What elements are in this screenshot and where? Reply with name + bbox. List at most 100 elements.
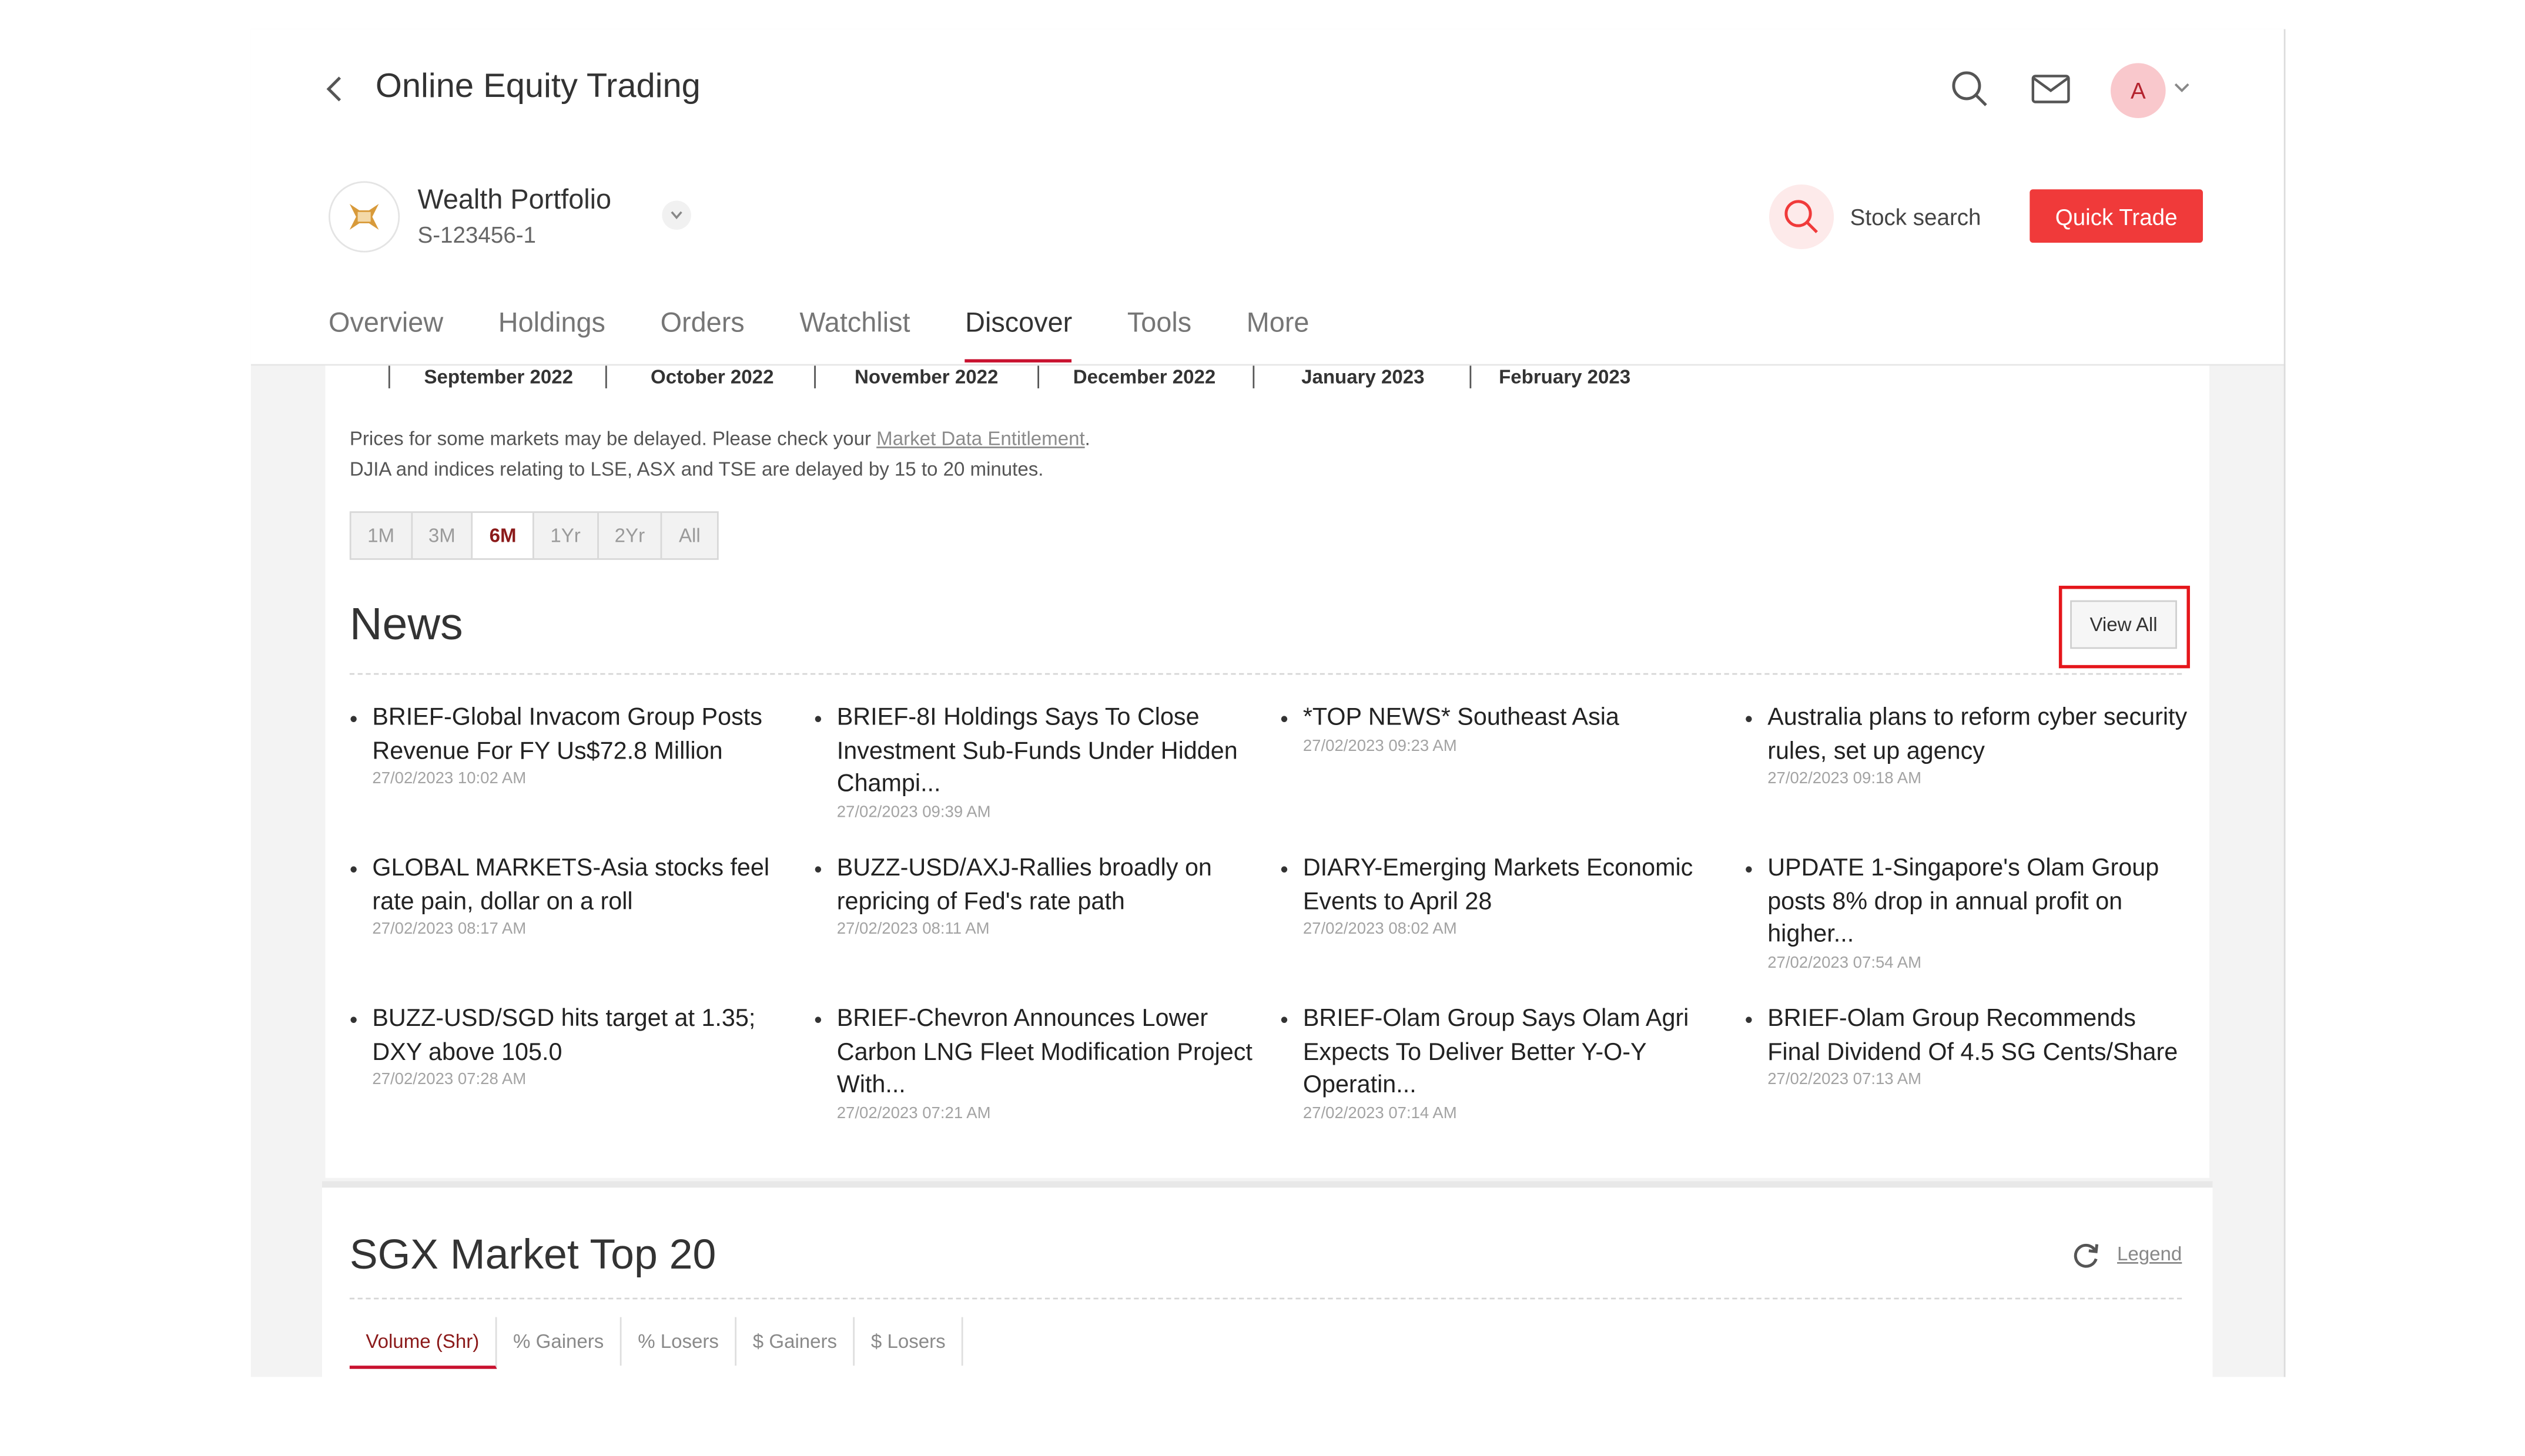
view-all-button[interactable]: View All xyxy=(2070,600,2177,649)
tab-dollar-losers[interactable]: $ Losers xyxy=(855,1317,963,1366)
divider xyxy=(349,673,2182,675)
legend-link[interactable]: Legend xyxy=(2117,1243,2182,1266)
news-item[interactable]: BRIEF-Olam Group Says Olam Agri Expects … xyxy=(1280,1003,1724,1123)
discover-content: September 2022 October 2022 November 202… xyxy=(325,365,2210,1178)
tab-pct-losers[interactable]: % Losers xyxy=(622,1317,737,1366)
news-item[interactable]: BRIEF-8I Holdings Says To Close Investme… xyxy=(814,702,1258,823)
quick-trade-button[interactable]: Quick Trade xyxy=(2030,189,2203,243)
news-timestamp: 27/02/2023 08:02 AM xyxy=(1302,920,1457,939)
news-item[interactable]: BRIEF-Olam Group Recommends Final Divide… xyxy=(1745,1003,2189,1091)
news-item[interactable]: BUZZ-USD/SGD hits target at 1.35; DXY ab… xyxy=(350,1003,793,1091)
news-headline[interactable]: GLOBAL MARKETS-Asia stocks feel rate pai… xyxy=(372,853,793,919)
axis-separator xyxy=(605,365,607,388)
news-timestamp: 27/02/2023 09:39 AM xyxy=(836,803,991,821)
axis-separator xyxy=(1469,365,1472,388)
portfolio-id: S-123456-1 xyxy=(417,222,536,248)
back-arrow-icon[interactable] xyxy=(322,71,348,107)
portfolio-badge-icon xyxy=(349,203,379,230)
news-item[interactable]: GLOBAL MARKETS-Asia stocks feel rate pai… xyxy=(350,853,793,940)
window-border xyxy=(2283,29,2286,1377)
chevron-down-icon[interactable] xyxy=(2172,78,2192,97)
portfolio-dropdown-button[interactable] xyxy=(662,200,691,230)
search-icon xyxy=(1784,200,1818,233)
news-timestamp: 27/02/2023 08:17 AM xyxy=(372,920,527,939)
delay-notice: DJIA and indices relating to LSE, ASX an… xyxy=(349,458,1044,481)
sgx-tabs: Volume (Shr) % Gainers % Losers $ Gainer… xyxy=(349,1317,963,1369)
notice-text: . xyxy=(1084,427,1090,450)
news-timestamp: 27/02/2023 07:13 AM xyxy=(1767,1071,1922,1089)
month-label: January 2023 xyxy=(1301,365,1425,388)
news-headline[interactable]: UPDATE 1-Singapore's Olam Group posts 8%… xyxy=(1767,853,2188,952)
news-timestamp: 27/02/2023 07:28 AM xyxy=(372,1071,527,1089)
news-item[interactable]: Australia plans to reform cyber security… xyxy=(1745,702,2189,790)
tab-more[interactable]: More xyxy=(1247,307,1310,363)
month-label: December 2022 xyxy=(1073,365,1216,388)
range-6m[interactable]: 6M xyxy=(473,512,534,559)
avatar[interactable]: A xyxy=(2111,63,2166,119)
month-label: October 2022 xyxy=(651,365,774,388)
market-data-entitlement-link[interactable]: Market Data Entitlement xyxy=(876,427,1084,450)
news-timestamp: 27/02/2023 09:23 AM xyxy=(1302,737,1457,755)
notice-text: Prices for some markets may be delayed. … xyxy=(349,427,877,450)
tab-orders[interactable]: Orders xyxy=(661,307,745,363)
header: Online Equity Trading A Wealth Portfolio xyxy=(250,29,2286,366)
news-timestamp: 27/02/2023 07:21 AM xyxy=(836,1104,991,1122)
news-headline[interactable]: *TOP NEWS* Southeast Asia xyxy=(1303,702,1724,735)
tab-pct-gainers[interactable]: % Gainers xyxy=(497,1317,622,1366)
tab-tools[interactable]: Tools xyxy=(1127,307,1191,363)
news-timestamp: 27/02/2023 08:11 AM xyxy=(836,920,990,939)
mail-icon[interactable] xyxy=(2030,68,2072,110)
month-label: September 2022 xyxy=(424,365,574,388)
axis-separator xyxy=(388,365,390,388)
news-item[interactable]: UPDATE 1-Singapore's Olam Group posts 8%… xyxy=(1745,853,2189,973)
tab-dollar-gainers[interactable]: $ Gainers xyxy=(736,1317,855,1366)
tab-holdings[interactable]: Holdings xyxy=(498,307,605,363)
news-headline[interactable]: BRIEF-Chevron Announces Lower Carbon LNG… xyxy=(837,1003,1258,1102)
search-icon[interactable] xyxy=(1949,68,1991,110)
news-item[interactable]: BRIEF-Global Invacom Group Posts Revenue… xyxy=(350,702,793,790)
tab-watchlist[interactable]: Watchlist xyxy=(799,307,910,363)
news-item[interactable]: *TOP NEWS* Southeast Asia 27/02/2023 09:… xyxy=(1280,702,1724,756)
news-headline[interactable]: BRIEF-8I Holdings Says To Close Investme… xyxy=(837,702,1258,801)
sgx-title: SGX Market Top 20 xyxy=(349,1229,716,1279)
news-headline[interactable]: DIARY-Emerging Markets Economic Events t… xyxy=(1303,853,1724,919)
stock-search-button[interactable]: Stock search xyxy=(1769,184,1981,250)
news-item[interactable]: BRIEF-Chevron Announces Lower Carbon LNG… xyxy=(814,1003,1258,1123)
axis-separator xyxy=(1037,365,1039,388)
news-headline[interactable]: BUZZ-USD/SGD hits target at 1.35; DXY ab… xyxy=(372,1003,793,1069)
news-headline[interactable]: Australia plans to reform cyber security… xyxy=(1767,702,2188,769)
range-all[interactable]: All xyxy=(662,513,716,558)
news-headline[interactable]: BRIEF-Olam Group Recommends Final Divide… xyxy=(1767,1003,2188,1069)
sgx-market-top20-section: SGX Market Top 20 Legend Volume (Shr) % … xyxy=(322,1181,2213,1377)
range-2yr[interactable]: 2Yr xyxy=(598,512,663,559)
main-tabs: Overview Holdings Orders Watchlist Disco… xyxy=(329,307,1364,364)
news-timestamp: 27/02/2023 10:02 AM xyxy=(372,770,527,789)
news-title: News xyxy=(349,598,463,649)
divider xyxy=(349,1297,2182,1300)
portfolio-name[interactable]: Wealth Portfolio xyxy=(417,184,611,217)
news-timestamp: 27/02/2023 07:14 AM xyxy=(1302,1104,1457,1122)
chart-month-axis: September 2022 October 2022 November 202… xyxy=(326,365,2209,398)
tab-overview[interactable]: Overview xyxy=(329,307,443,363)
range-1yr[interactable]: 1Yr xyxy=(534,512,599,559)
news-timestamp: 27/02/2023 09:18 AM xyxy=(1767,770,1922,789)
range-3m[interactable]: 3M xyxy=(412,512,474,559)
refresh-icon[interactable] xyxy=(2072,1241,2101,1270)
tab-volume[interactable]: Volume (Shr) xyxy=(349,1317,497,1369)
news-item[interactable]: BUZZ-USD/AXJ-Rallies broadly on repricin… xyxy=(814,853,1258,940)
month-label: February 2023 xyxy=(1499,365,1631,388)
tab-discover[interactable]: Discover xyxy=(965,307,1073,363)
time-range-selector: 1M 3M 6M 1Yr 2Yr All xyxy=(349,511,718,560)
portfolio-logo xyxy=(329,181,400,253)
news-headline[interactable]: BRIEF-Global Invacom Group Posts Revenue… xyxy=(372,702,793,769)
market-data-notice: Prices for some markets may be delayed. … xyxy=(350,424,1090,486)
news-item[interactable]: DIARY-Emerging Markets Economic Events t… xyxy=(1280,853,1724,940)
news-headline[interactable]: BUZZ-USD/AXJ-Rallies broadly on repricin… xyxy=(837,853,1258,919)
app-window: Online Equity Trading A Wealth Portfolio xyxy=(250,29,2286,1377)
axis-separator xyxy=(814,365,816,388)
page-title: Online Equity Trading xyxy=(375,68,701,106)
stock-search-label: Stock search xyxy=(1850,203,1981,230)
news-headline[interactable]: BRIEF-Olam Group Says Olam Agri Expects … xyxy=(1303,1003,1724,1102)
news-timestamp: 27/02/2023 07:54 AM xyxy=(1767,954,1922,972)
range-1m[interactable]: 1M xyxy=(351,512,413,559)
